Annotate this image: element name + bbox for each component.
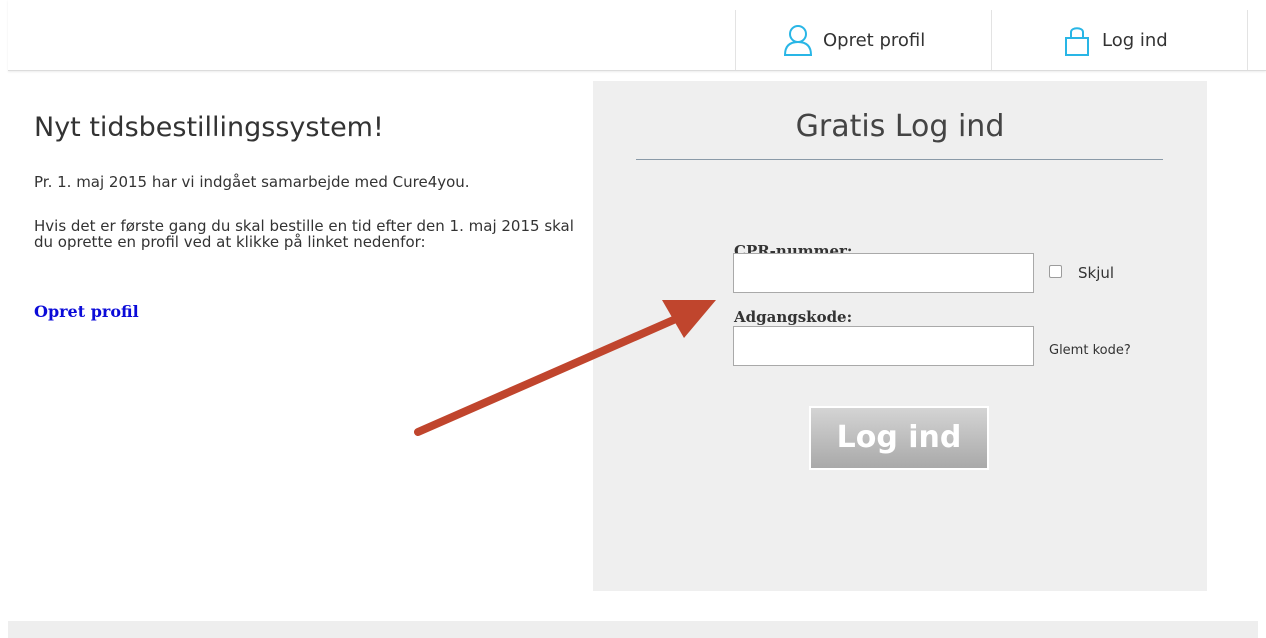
title-divider xyxy=(636,159,1163,160)
nav-create-profile[interactable]: Opret profil xyxy=(735,10,992,70)
main-content: Nyt tidsbestillingssystem! Pr. 1. maj 20… xyxy=(34,110,594,321)
forgot-password-link[interactable]: Glemt kode? xyxy=(1049,343,1131,358)
cpr-input[interactable] xyxy=(733,253,1034,293)
create-profile-link[interactable]: Opret profil xyxy=(34,302,139,321)
nav-create-profile-label: Opret profil xyxy=(823,29,926,51)
login-panel-title: Gratis Log ind xyxy=(795,109,1005,144)
page-title: Nyt tidsbestillingssystem! xyxy=(34,112,384,143)
nav-login[interactable]: Log ind xyxy=(991,10,1248,70)
password-label: Adgangskode: xyxy=(734,308,853,326)
nav-divider xyxy=(1247,10,1248,70)
user-icon xyxy=(783,25,813,56)
hide-checkbox-label[interactable]: Skjul xyxy=(1078,264,1114,282)
footer-band xyxy=(8,621,1258,638)
password-input[interactable] xyxy=(733,326,1034,366)
hide-checkbox[interactable] xyxy=(1049,265,1062,278)
instructions-text: Hvis det er første gang du skal bestille… xyxy=(34,217,574,251)
login-panel: Gratis Log ind CPR-nummer: Skjul Adgangs… xyxy=(593,81,1207,591)
nav-login-label: Log ind xyxy=(1102,29,1168,51)
login-button[interactable]: Log ind xyxy=(809,406,989,470)
intro-text: Pr. 1. maj 2015 har vi indgået samarbejd… xyxy=(34,173,470,191)
lock-icon xyxy=(1065,27,1089,56)
